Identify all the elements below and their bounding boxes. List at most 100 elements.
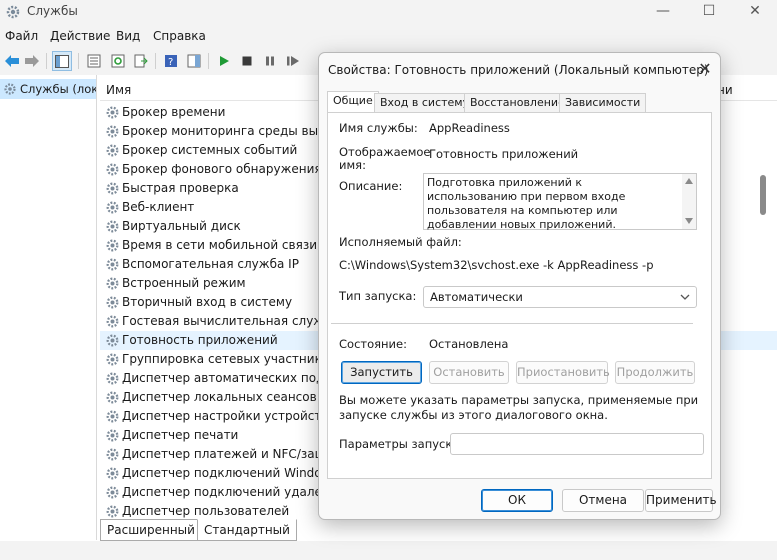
resume-button[interactable]: Продолжить — [615, 361, 695, 384]
pause-service-icon[interactable] — [260, 51, 280, 71]
description-scrollbar[interactable] — [682, 174, 696, 229]
service-name: Диспетчер автоматических подклю — [122, 371, 350, 385]
column-header-name[interactable]: Имя — [106, 83, 131, 97]
service-gear-icon — [106, 239, 119, 252]
status-value: Остановлена — [429, 337, 509, 351]
dialog-close-icon[interactable]: ✕ — [693, 59, 717, 81]
menu-action[interactable]: Действие — [50, 29, 110, 43]
export-list-icon[interactable] — [131, 51, 151, 71]
minimize-button[interactable]: — — [640, 0, 686, 24]
view-tabs: Расширенный Стандартный — [100, 519, 300, 541]
apply-button[interactable]: Применить — [645, 489, 717, 512]
tab-general[interactable]: Общие — [327, 91, 379, 113]
service-name: Готовность приложений — [122, 333, 278, 347]
service-gear-icon — [106, 163, 119, 176]
description-label: Описание: — [339, 179, 403, 193]
service-name: Веб-клиент — [122, 200, 195, 214]
dialog-title: Свойства: Готовность приложений (Локальн… — [328, 63, 709, 77]
help-icon[interactable]: ? — [161, 51, 181, 71]
display-name-label-line2: имя: — [339, 158, 366, 172]
tree-item-services-local[interactable]: Службы (лок — [0, 79, 96, 99]
service-gear-icon — [106, 505, 119, 518]
stop-service-icon[interactable] — [237, 51, 257, 71]
tab-standard[interactable]: Стандартный — [197, 519, 297, 541]
exe-path-label: Исполняемый файл: — [339, 235, 462, 249]
maximize-button[interactable]: ☐ — [686, 0, 732, 24]
service-gear-icon — [106, 315, 119, 328]
status-bar — [0, 541, 777, 560]
startup-type-value: Автоматически — [430, 290, 523, 304]
service-gear-icon — [106, 277, 119, 290]
vertical-scrollbar-thumb[interactable] — [760, 175, 766, 215]
service-name: Диспетчер настройки устройств — [122, 409, 329, 423]
service-name: Виртуальный диск — [122, 219, 241, 233]
description-text: Подготовка приложений к использованию пр… — [427, 176, 626, 231]
service-name: Брокер мониторинга среды выпол — [122, 124, 341, 138]
service-name: Брокер системных событий — [122, 143, 298, 157]
stop-button[interactable]: Остановить — [429, 361, 509, 384]
tab-extended[interactable]: Расширенный — [100, 519, 202, 541]
service-name: Группировка сетевых участников — [122, 352, 337, 366]
display-name-label-line1: Отображаемое — [339, 145, 431, 159]
menu-view[interactable]: Вид — [116, 29, 140, 43]
display-name-value: Готовность приложений — [429, 147, 579, 161]
service-name: Быстрая проверка — [122, 181, 239, 195]
exe-path-value: C:\Windows\System32\svchost.exe -k AppRe… — [339, 258, 654, 272]
startup-type-label: Тип запуска: — [339, 289, 417, 303]
startup-type-select[interactable]: Автоматически — [423, 286, 697, 308]
restart-service-icon[interactable] — [283, 51, 303, 71]
svg-text:?: ? — [168, 57, 173, 68]
close-button[interactable]: ✕ — [732, 0, 777, 24]
service-gear-icon — [106, 334, 119, 347]
service-gear-icon — [106, 391, 119, 404]
service-gear-icon — [106, 144, 119, 157]
tab-dependencies[interactable]: Зависимости — [559, 93, 647, 113]
service-name: Диспетчер платежей и NFC/защищ — [122, 447, 345, 461]
start-service-icon[interactable] — [214, 51, 234, 71]
status-label: Состояние: — [339, 337, 407, 351]
startup-params-input[interactable] — [450, 433, 704, 455]
service-gear-icon — [106, 125, 119, 138]
service-name: Брокер фонового обнаружения Dev — [122, 162, 350, 176]
service-gear-icon — [106, 410, 119, 423]
properties-list-icon[interactable] — [84, 51, 104, 71]
menu-help[interactable]: Справка — [153, 29, 206, 43]
service-name: Диспетчер подключений удаленн — [122, 485, 338, 499]
ok-button[interactable]: ОК — [481, 489, 553, 512]
back-arrow-icon[interactable] — [2, 51, 22, 71]
tab-recovery[interactable]: Восстановление — [464, 93, 571, 113]
chevron-down-icon — [680, 294, 690, 300]
show-action-pane-icon[interactable] — [184, 51, 204, 71]
service-gear-icon — [106, 467, 119, 480]
service-name: Вторичный вход в систему — [122, 295, 293, 309]
description-box[interactable]: Подготовка приложений к использованию пр… — [423, 173, 697, 231]
service-name-value: AppReadiness — [429, 121, 510, 135]
cancel-button[interactable]: Отмена — [562, 489, 644, 512]
service-name: Время в сети мобильной связи — [122, 238, 317, 252]
refresh-icon[interactable] — [108, 51, 128, 71]
startup-params-info: Вы можете указать параметры запуска, при… — [339, 393, 699, 422]
service-gear-icon — [106, 448, 119, 461]
services-gear-icon — [6, 5, 20, 19]
title-bar: Службы — ☐ ✕ — [0, 0, 777, 24]
service-gear-icon — [106, 296, 119, 309]
service-name: Вспомогательная служба IP — [122, 257, 299, 271]
service-gear-icon — [106, 258, 119, 271]
show-tree-icon[interactable] — [52, 51, 72, 71]
divider — [331, 323, 693, 324]
properties-dialog: Свойства: Готовность приложений (Локальн… — [318, 52, 721, 520]
scroll-up-icon[interactable] — [685, 178, 693, 184]
menu-file[interactable]: Файл — [5, 29, 38, 43]
service-gear-icon — [106, 220, 119, 233]
service-name: Диспетчер печати — [122, 428, 239, 442]
pause-button[interactable]: Приостановить — [516, 361, 610, 384]
start-button[interactable]: Запустить — [341, 361, 422, 384]
service-name-label: Имя службы: — [339, 121, 418, 135]
tab-logon[interactable]: Вход в систему — [374, 93, 476, 113]
forward-arrow-icon[interactable] — [22, 51, 42, 71]
service-gear-icon — [106, 353, 119, 366]
window-title: Службы — [27, 4, 78, 18]
service-gear-icon — [106, 372, 119, 385]
scroll-down-icon[interactable] — [685, 218, 693, 224]
service-name: Диспетчер пользователей — [122, 504, 290, 518]
